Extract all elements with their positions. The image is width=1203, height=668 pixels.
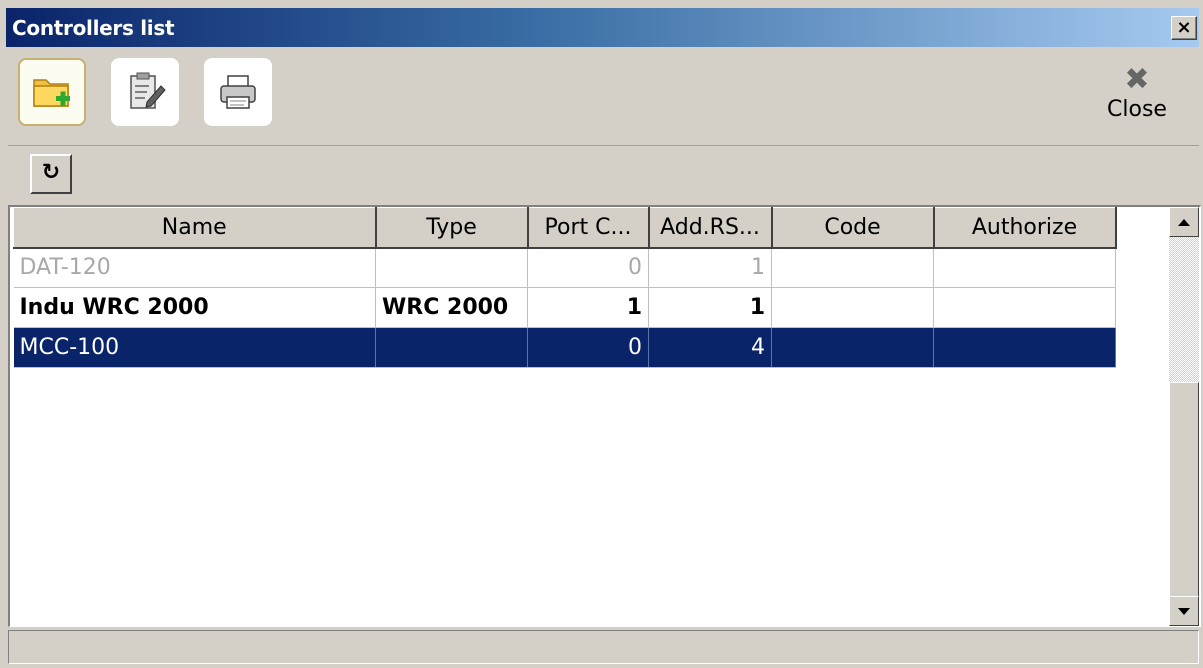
column-header-authorize[interactable]: Authorize <box>933 207 1117 249</box>
cell-code <box>771 327 934 368</box>
column-header-port[interactable]: Port C... <box>527 207 650 249</box>
cell-authorize <box>933 247 1116 288</box>
cell-authorize <box>933 327 1116 368</box>
cell-authorize <box>933 287 1116 328</box>
print-button[interactable] <box>204 58 272 126</box>
vertical-scrollbar[interactable] <box>1169 207 1199 626</box>
window-title: Controllers list <box>12 16 175 40</box>
add-folder-icon <box>33 79 70 107</box>
cell-addrs: 1 <box>648 287 772 328</box>
cell-addrs: 1 <box>648 247 772 288</box>
title-bar[interactable]: Controllers list × <box>6 8 1199 47</box>
cell-type <box>375 247 528 288</box>
add-controller-button[interactable] <box>18 58 86 126</box>
scroll-thumb[interactable] <box>1169 382 1199 597</box>
edit-controller-button[interactable] <box>111 58 179 126</box>
cell-type: WRC 2000 <box>375 287 528 328</box>
arrow-down-icon <box>1178 607 1190 615</box>
cell-type <box>375 327 528 368</box>
close-button[interactable]: ✖ Close <box>1097 64 1177 134</box>
controllers-table: Name Type Port C... Add.RS... Code Autho… <box>13 207 1117 368</box>
cell-code <box>771 247 934 288</box>
refresh-icon: ↻ <box>41 160 61 185</box>
edit-clipboard-icon <box>130 72 166 109</box>
close-icon: ✖ <box>1124 62 1150 97</box>
scroll-up-button[interactable] <box>1169 207 1199 237</box>
arrow-up-icon <box>1178 218 1190 226</box>
column-header-code[interactable]: Code <box>771 207 935 249</box>
cell-addrs: 4 <box>648 327 772 368</box>
status-bar <box>8 630 1199 664</box>
column-header-type[interactable]: Type <box>375 207 529 249</box>
scroll-down-button[interactable] <box>1169 596 1199 626</box>
refresh-button[interactable]: ↻ <box>30 154 72 194</box>
column-header-addrs[interactable]: Add.RS... <box>648 207 773 249</box>
cell-port: 0 <box>527 247 649 288</box>
cell-name: DAT-120 <box>13 247 376 288</box>
controllers-list-window: Controllers list × ✖ Close ↻ Name Type P… <box>0 0 1203 668</box>
header-row: Name Type Port C... Add.RS... Code Autho… <box>13 207 1117 249</box>
cell-port: 0 <box>527 327 649 368</box>
cell-code <box>771 287 934 328</box>
table-row[interactable]: DAT-120 0 1 <box>13 247 1116 288</box>
close-label: Close <box>1107 97 1167 122</box>
toolbar: ✖ Close <box>8 50 1199 146</box>
printer-icon <box>220 75 256 109</box>
cell-name: MCC-100 <box>13 327 376 368</box>
window-close-button[interactable]: × <box>1171 16 1197 40</box>
controllers-grid[interactable]: Name Type Port C... Add.RS... Code Autho… <box>8 205 1201 627</box>
cell-name: Indu WRC 2000 <box>13 287 376 328</box>
cell-port: 1 <box>527 287 649 328</box>
table-row[interactable]: Indu WRC 2000 WRC 2000 1 1 <box>13 287 1116 328</box>
table-row-selected[interactable]: MCC-100 0 4 <box>13 327 1116 368</box>
column-header-name[interactable]: Name <box>13 207 377 249</box>
